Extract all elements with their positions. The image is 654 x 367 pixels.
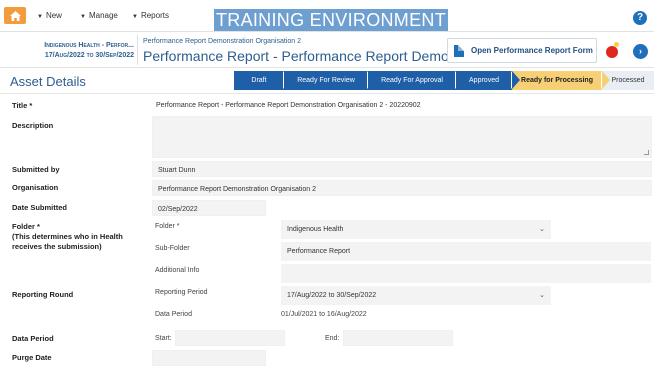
purge-date-field[interactable] bbox=[152, 350, 266, 366]
breadcrumb-folder: Indigenous Health - Perfor... bbox=[44, 42, 134, 49]
asset-details-bar: Asset Details Draft Ready For Review Rea… bbox=[0, 68, 654, 94]
end-date-field[interactable] bbox=[343, 330, 453, 346]
end-label: End: bbox=[325, 335, 340, 342]
reporting-round-label: Reporting Round bbox=[12, 290, 74, 299]
caret-down-icon: ▼ bbox=[37, 14, 43, 20]
subfolder-label: Sub-Folder bbox=[155, 245, 190, 252]
data-period-value: 01/Jul/2021 to 16/Aug/2022 bbox=[281, 311, 367, 318]
step-label: Processed bbox=[611, 77, 645, 84]
data-period-sublabel: Data Period bbox=[155, 311, 192, 318]
help-icon[interactable]: ? bbox=[633, 11, 647, 25]
step-label: Ready For Approval bbox=[381, 77, 443, 84]
organisation-name: Performance Report Demonstration Organis… bbox=[143, 38, 301, 45]
manage-menu[interactable]: ▼ Manage bbox=[80, 11, 118, 20]
reporting-period-value: 17/Aug/2022 to 30/Sep/2022 bbox=[287, 292, 377, 299]
start-label: Start: bbox=[155, 335, 172, 342]
chevron-down-icon: ⌄ bbox=[539, 292, 545, 299]
workflow-step-ready-for-approval[interactable]: Ready For Approval bbox=[367, 71, 464, 90]
date-submitted-label: Date Submitted bbox=[12, 203, 68, 212]
reports-menu-label: Reports bbox=[140, 11, 169, 20]
chevron-right-icon[interactable]: › bbox=[633, 44, 648, 59]
additional-info-label: Additional Info bbox=[155, 267, 200, 274]
title-field[interactable]: Performance Report - Performance Report … bbox=[152, 97, 652, 113]
organisation-field: Performance Report Demonstration Organis… bbox=[152, 180, 652, 196]
reporting-period-select[interactable]: 17/Aug/2022 to 30/Sep/2022 ⌄ bbox=[281, 286, 551, 305]
caret-down-icon: ▼ bbox=[132, 14, 138, 20]
step-label: Approved bbox=[469, 77, 499, 84]
breadcrumb-period: 17/Aug/2022 to 30/Sep/2022 bbox=[44, 52, 134, 59]
subfolder-field: Performance Report bbox=[281, 242, 651, 261]
open-form-label: Open Performance Report Form bbox=[471, 46, 593, 55]
divider bbox=[137, 35, 138, 65]
resize-handle-icon[interactable] bbox=[644, 150, 649, 155]
workflow-step-approved[interactable]: Approved bbox=[455, 71, 520, 90]
asset-details-heading: Asset Details bbox=[10, 74, 86, 89]
folder-note: (This determines who in Health receives … bbox=[12, 232, 123, 251]
workflow-steps: Draft Ready For Review Ready For Approva… bbox=[234, 71, 654, 90]
reporting-period-label: Reporting Period bbox=[155, 289, 208, 296]
page-title: Performance Report - Performance Report … bbox=[143, 48, 499, 64]
folder-select-value: Indigenous Health bbox=[287, 226, 344, 233]
purge-date-label: Purge Date bbox=[12, 353, 52, 362]
step-label: Ready For Review bbox=[297, 77, 355, 84]
folder-sublabel: Folder * bbox=[155, 223, 180, 230]
training-environment-banner: TRAINING ENVIRONMENT bbox=[214, 9, 448, 31]
organisation-label: Organisation bbox=[12, 183, 59, 192]
manage-menu-label: Manage bbox=[88, 11, 118, 20]
workflow-step-ready-for-processing[interactable]: Ready for Processing bbox=[511, 71, 610, 90]
reports-menu[interactable]: ▼ Reports bbox=[132, 11, 169, 20]
home-icon bbox=[9, 10, 21, 21]
data-period-label: Data Period bbox=[12, 334, 54, 343]
submitted-by-label: Submitted by bbox=[12, 165, 60, 174]
submitted-by-field: Stuart Dunn bbox=[152, 161, 652, 177]
new-menu-label: New bbox=[45, 11, 62, 20]
folder-label: Folder * bbox=[12, 222, 40, 231]
chevron-down-icon: ⌄ bbox=[539, 226, 545, 233]
start-date-field[interactable] bbox=[175, 330, 285, 346]
asset-details-form: Title * Performance Report - Performance… bbox=[0, 94, 654, 367]
step-label: Ready for Processing bbox=[521, 77, 593, 84]
caret-down-icon: ▼ bbox=[80, 14, 86, 20]
additional-info-field[interactable] bbox=[281, 264, 651, 283]
step-label: Draft bbox=[251, 77, 267, 84]
top-navigation-bar: ▼ New ▼ Manage ▼ Reports TRAINING ENVIRONME… bbox=[0, 0, 654, 31]
description-label: Description bbox=[12, 121, 54, 130]
folder-select[interactable]: Indigenous Health ⌄ bbox=[281, 220, 551, 239]
title-label: Title * bbox=[12, 101, 33, 110]
open-performance-report-form-button[interactable]: Open Performance Report Form bbox=[447, 38, 597, 63]
workflow-step-ready-for-review[interactable]: Ready For Review bbox=[283, 71, 376, 90]
bomb-icon[interactable] bbox=[606, 42, 620, 58]
description-field[interactable] bbox=[152, 116, 652, 158]
breadcrumb[interactable]: Indigenous Health - Perfor... 17/Aug/202… bbox=[4, 41, 134, 61]
home-button[interactable] bbox=[4, 7, 26, 24]
workflow-step-draft[interactable]: Draft bbox=[234, 71, 292, 90]
document-icon bbox=[454, 44, 464, 57]
date-submitted-field: 02/Sep/2022 bbox=[152, 200, 266, 216]
new-menu[interactable]: ▼ New bbox=[37, 11, 62, 20]
page-header: Indigenous Health - Perfor... 17/Aug/202… bbox=[0, 31, 654, 68]
